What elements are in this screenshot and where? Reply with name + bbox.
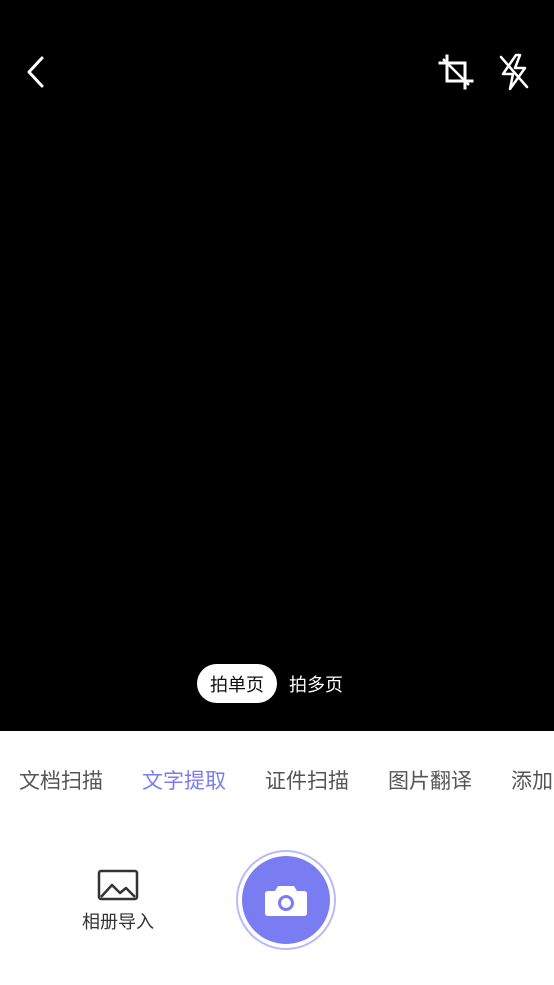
tab-image-translate[interactable]: 图片翻译 xyxy=(388,767,472,795)
flash-off-icon xyxy=(499,53,529,91)
shutter-button[interactable] xyxy=(236,850,336,950)
single-page-mode[interactable]: 拍单页 xyxy=(197,664,277,703)
shutter-inner xyxy=(242,856,330,944)
capture-mode-toggle: 拍单页 拍多页 xyxy=(197,664,345,703)
crop-button[interactable] xyxy=(436,52,476,92)
camera-viewfinder[interactable]: 拍单页 拍多页 xyxy=(0,0,554,731)
gallery-import-button[interactable]: 相册导入 xyxy=(72,868,164,938)
scan-type-tabs: 文档扫描 文字提取 证件扫描 图片翻译 添加 xyxy=(0,731,554,831)
multi-page-mode[interactable]: 拍多页 xyxy=(287,664,345,703)
crop-icon xyxy=(438,54,474,90)
chevron-left-icon xyxy=(27,56,44,88)
image-icon xyxy=(97,869,139,901)
flash-button[interactable] xyxy=(494,52,534,92)
tab-text-extract[interactable]: 文字提取 xyxy=(142,767,226,795)
tab-document-scan[interactable]: 文档扫描 xyxy=(19,767,103,795)
camera-icon xyxy=(265,886,307,916)
tab-add[interactable]: 添加 xyxy=(511,767,553,795)
back-button[interactable] xyxy=(18,52,54,92)
tab-id-scan[interactable]: 证件扫描 xyxy=(265,767,349,795)
gallery-import-label: 相册导入 xyxy=(82,912,154,933)
